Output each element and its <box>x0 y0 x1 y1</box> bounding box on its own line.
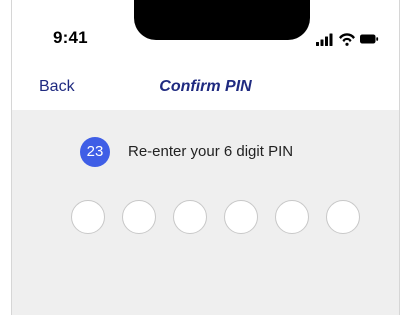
pin-digit-dot[interactable] <box>275 200 309 234</box>
status-bar: 9:41 <box>12 0 399 62</box>
status-icons <box>316 33 379 46</box>
wifi-icon <box>339 33 355 46</box>
status-time: 9:41 <box>53 28 88 47</box>
phone-screen: 9:41 Back Confirm PIN 23 Re-enter your 6… <box>11 0 400 315</box>
step-instruction-text: Re-enter your 6 digit PIN <box>128 143 294 160</box>
pin-input-dots[interactable] <box>71 200 371 236</box>
device-notch <box>134 0 310 40</box>
battery-icon <box>360 34 379 44</box>
navigation-bar: Back Confirm PIN <box>12 62 399 110</box>
pin-digit-dot[interactable] <box>122 200 156 234</box>
pin-entry-panel: 23 Re-enter your 6 digit PIN <box>12 110 399 315</box>
step-number-badge: 23 <box>80 137 110 167</box>
cellular-signal-icon <box>316 33 333 46</box>
page-title: Confirm PIN <box>159 78 252 95</box>
pin-digit-dot[interactable] <box>326 200 360 234</box>
pin-digit-dot[interactable] <box>173 200 207 234</box>
pin-digit-dot[interactable] <box>71 200 105 234</box>
pin-digit-dot[interactable] <box>224 200 258 234</box>
